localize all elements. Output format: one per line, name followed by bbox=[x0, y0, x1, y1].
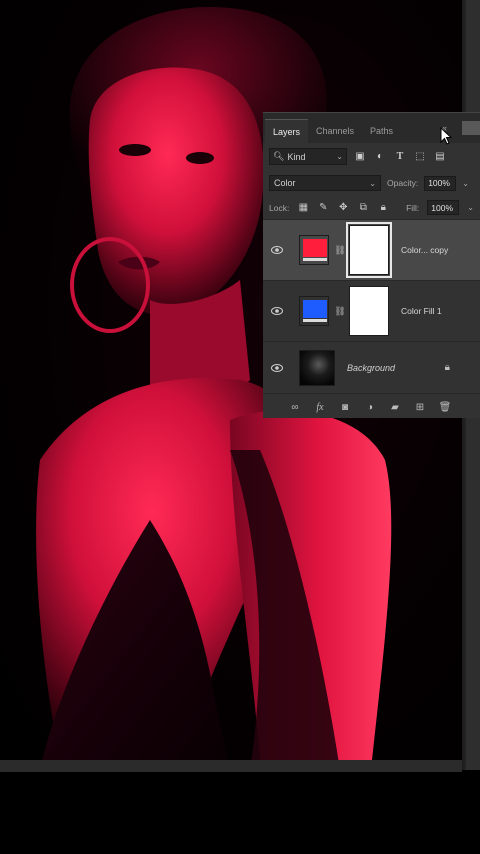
fill-input[interactable]: 100% bbox=[427, 200, 460, 215]
red-swatch bbox=[303, 239, 327, 257]
lock-artboard-icon[interactable]: ⧉ bbox=[357, 202, 369, 214]
layers-panel-footer: ∞ fx ◙ ◑ ▰ ⊞ 🗑︎ bbox=[263, 396, 480, 418]
slider-bar-icon bbox=[303, 319, 327, 322]
slider-bar-icon bbox=[303, 258, 327, 261]
link-layers-icon[interactable]: ∞ bbox=[289, 401, 301, 413]
type-layer-filter-icon[interactable]: T bbox=[393, 150, 407, 164]
panel-tabs: Layers Channels Paths « bbox=[263, 113, 480, 145]
shape-layer-filter-icon[interactable]: ⬚ bbox=[413, 150, 427, 164]
blend-mode-select[interactable]: Color ⌄ bbox=[269, 175, 381, 191]
mask-link-icon[interactable]: ⛓ bbox=[334, 243, 345, 257]
bottom-letterbox bbox=[0, 772, 480, 854]
opacity-label: Opacity: bbox=[387, 178, 419, 188]
new-layer-icon[interactable]: ⊞ bbox=[414, 401, 426, 413]
trash-icon[interactable]: 🗑︎ bbox=[439, 401, 452, 413]
fx-icon[interactable]: fx bbox=[314, 401, 326, 413]
layer-mask-thumbnail[interactable] bbox=[346, 222, 392, 278]
layer-name: Background bbox=[347, 362, 396, 373]
color-fill-thumbnail[interactable] bbox=[299, 296, 329, 326]
opacity-input[interactable]: 100% bbox=[424, 175, 457, 191]
adjustment-layer-icon[interactable]: ◑ bbox=[364, 401, 376, 413]
smart-object-filter-icon[interactable]: ▤ bbox=[433, 150, 447, 164]
fill-label: Fill: bbox=[406, 202, 420, 213]
layer-name: Color Fill 1 bbox=[401, 306, 442, 316]
lock-image-pixels-icon[interactable]: ✎ bbox=[317, 202, 329, 214]
layer-row-color-fill-1[interactable]: ⛓ Color Fill 1 bbox=[263, 281, 480, 342]
lock-label: Lock: bbox=[269, 202, 290, 213]
search-icon: 🔍︎ bbox=[273, 151, 285, 161]
color-fill-thumbnail[interactable] bbox=[299, 235, 329, 265]
blue-swatch bbox=[303, 300, 327, 318]
layer-mask-thumbnail[interactable] bbox=[349, 286, 389, 336]
canvas-bottom-bar bbox=[0, 760, 462, 772]
lock-all-icon[interactable]: 🔒︎ bbox=[377, 202, 389, 214]
tab-paths[interactable]: Paths bbox=[362, 119, 401, 143]
visibility-eye-icon[interactable] bbox=[269, 360, 285, 376]
lock-transparent-pixels-icon[interactable]: ▦ bbox=[297, 202, 309, 214]
lock-icon: 🔒︎ bbox=[444, 362, 450, 373]
visibility-eye-icon[interactable] bbox=[269, 242, 285, 258]
visibility-eye-icon[interactable] bbox=[269, 303, 285, 319]
chevron-down-icon: ⌄ bbox=[336, 152, 343, 161]
pixel-layer-filter-icon[interactable]: ▣ bbox=[353, 150, 367, 164]
opacity-chevron-icon[interactable]: ⌄ bbox=[462, 179, 469, 188]
new-group-icon[interactable]: ▰ bbox=[389, 401, 401, 413]
mask-link-icon[interactable]: ⛓ bbox=[334, 304, 345, 318]
layer-row-color-copy[interactable]: ⛓ Color... copy bbox=[263, 220, 480, 281]
blend-mode-value: Color bbox=[274, 178, 296, 188]
tab-layers[interactable]: Layers bbox=[265, 119, 309, 143]
tab-channels[interactable]: Channels bbox=[308, 119, 362, 143]
panel-collapse-handle[interactable] bbox=[462, 121, 480, 135]
layer-filter-row: 🔍︎ Kind ⌄ ▣ ◐ T ⬚ ▤ bbox=[263, 143, 480, 170]
lock-row: Lock: ▦ ✎ ✥ ⧉ 🔒︎ Fill: 100% ⌄ bbox=[263, 196, 480, 220]
layer-name: Color... copy bbox=[401, 245, 449, 255]
layers-panel: Layers Channels Paths « 🔍︎ Kind ⌄ ▣ ◐ T … bbox=[263, 112, 480, 418]
chevron-down-icon: ⌄ bbox=[369, 178, 376, 188]
background-thumbnail[interactable] bbox=[299, 349, 335, 386]
lock-position-icon[interactable]: ✥ bbox=[337, 202, 349, 214]
adjustment-layer-filter-icon[interactable]: ◐ bbox=[373, 150, 387, 164]
kind-filter-select[interactable]: 🔍︎ Kind ⌄ bbox=[269, 148, 347, 165]
kind-filter-label: Kind bbox=[287, 151, 306, 162]
add-mask-icon[interactable]: ◙ bbox=[339, 401, 351, 413]
layer-row-background[interactable]: Background 🔒︎ bbox=[263, 342, 480, 394]
fill-chevron-icon[interactable]: ⌄ bbox=[467, 203, 474, 212]
blend-row: Color ⌄ Opacity: 100% ⌄ bbox=[263, 170, 480, 196]
mouse-pointer-icon bbox=[440, 127, 453, 145]
